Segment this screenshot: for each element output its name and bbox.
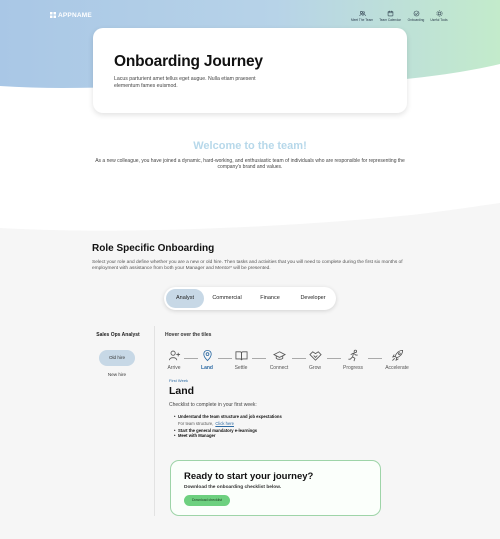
- stage-label: Accelerate: [385, 365, 409, 371]
- old-hire-option[interactable]: Old hire: [99, 350, 135, 366]
- stage-settle[interactable]: Settle: [226, 349, 256, 371]
- download-checklist-button[interactable]: Download checklist: [184, 495, 230, 506]
- nav-label: Team Calendar: [379, 18, 401, 22]
- role-name: Sales Ops Analyst: [96, 332, 140, 338]
- checklist-item-text: Understand the team structure and job ex…: [178, 414, 282, 419]
- team-structure-link[interactable]: Click here: [215, 421, 234, 426]
- logo-text: APPNAME: [58, 12, 92, 19]
- onboarding-icon: [413, 10, 419, 17]
- role-tabs: Analyst Commercial Finance Developer: [164, 287, 336, 310]
- checklist-item: Meet with Manager: [174, 433, 282, 439]
- stage-label: Progress: [342, 365, 363, 371]
- stage-label: Arrive: [167, 365, 181, 371]
- graduation-cap-icon: [272, 351, 286, 360]
- app-logo[interactable]: APPNAME: [50, 12, 92, 19]
- nav-label: Meet The Team: [350, 18, 374, 22]
- add-user-icon: [168, 350, 180, 361]
- new-hire-option[interactable]: New hire: [99, 372, 135, 377]
- hero-description: Lacus parturient amet tellus eget augue.…: [114, 76, 256, 89]
- role-section-description: Select your role and define whether you …: [92, 260, 403, 271]
- runner-icon: [347, 349, 358, 362]
- top-navigation: APPNAME Meet The Team Team Calendar Onbo…: [0, 0, 500, 30]
- stage-label: Grow: [309, 365, 321, 371]
- phase-title: Land: [169, 385, 195, 397]
- stage-progress[interactable]: Progress: [338, 349, 368, 371]
- stage-accelerate[interactable]: Accelerate: [382, 349, 412, 371]
- hero-card: Onboarding Journey Lacus parturient amet…: [93, 28, 407, 113]
- cta-card: Ready to start your journey? Download th…: [170, 460, 381, 516]
- phase-checklist: Understand the team structure and job ex…: [174, 414, 282, 439]
- stage-label: Connect: [269, 365, 289, 371]
- nav-label: Useful Tools: [430, 18, 448, 22]
- welcome-title: Welcome to the team!: [193, 140, 307, 152]
- tab-developer[interactable]: Developer: [292, 289, 334, 308]
- nav-item-useful-tools[interactable]: Useful Tools: [423, 10, 455, 22]
- checklist-item: Understand the team structure and job ex…: [174, 414, 282, 428]
- location-pin-icon: [202, 349, 212, 362]
- subtext-label: For team structure,: [178, 420, 214, 426]
- cta-subtitle: Download the onboarding checklist below.: [184, 485, 282, 490]
- phase-subtitle: First Week: [169, 378, 189, 383]
- calendar-icon: [387, 10, 393, 17]
- tools-icon: [436, 10, 442, 17]
- sidebar-divider: [154, 326, 155, 516]
- stage-arrive[interactable]: Arrive: [159, 349, 189, 371]
- team-icon: [358, 11, 366, 17]
- checklist-subtext: For team structure, Click here: [178, 420, 282, 428]
- page-title: Onboarding Journey: [114, 53, 263, 70]
- rocket-icon: [391, 349, 403, 361]
- stage-connect[interactable]: Connect: [264, 349, 294, 371]
- stage-label: Settle: [234, 365, 248, 371]
- logo-grid-icon: [50, 12, 56, 18]
- book-icon: [235, 351, 247, 361]
- stage-connector: [368, 358, 382, 359]
- stage-label: Land: [201, 365, 213, 371]
- welcome-text: As a new colleague, you have joined a dy…: [95, 158, 405, 171]
- phase-intro: Checklist to complete in your first week…: [169, 402, 257, 408]
- stage-grow[interactable]: Grow: [300, 349, 330, 371]
- handshake-icon: [308, 351, 322, 361]
- role-section-title: Role Specific Onboarding: [92, 243, 215, 254]
- tab-finance[interactable]: Finance: [252, 289, 288, 308]
- hover-hint: Hover over the tiles: [165, 332, 212, 338]
- cta-title: Ready to start your journey?: [184, 471, 314, 482]
- nav-label: Onboarding: [407, 18, 425, 22]
- tab-commercial[interactable]: Commercial: [206, 289, 248, 308]
- stage-land[interactable]: Land: [192, 349, 222, 371]
- tab-analyst[interactable]: Analyst: [166, 289, 204, 308]
